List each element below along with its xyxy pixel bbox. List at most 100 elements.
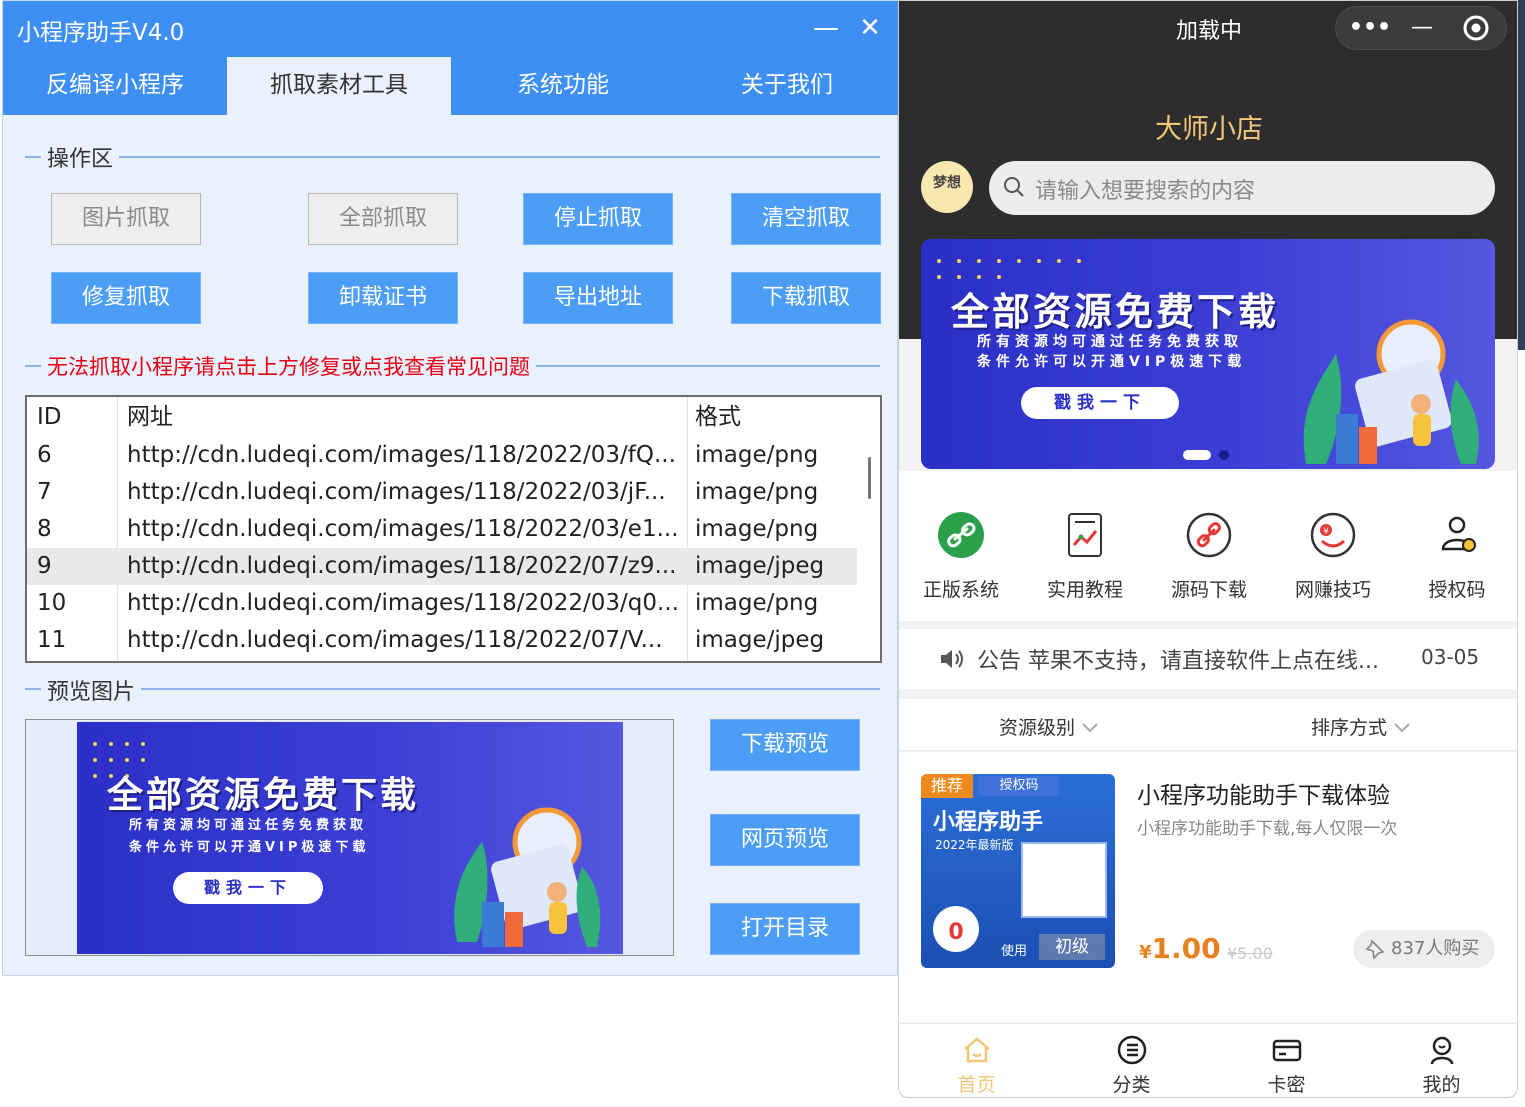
grid-item-auth-code[interactable]: 授权码 [1395,511,1517,602]
grid-item-source-download[interactable]: 源码下载 [1147,511,1271,602]
tab-decompile[interactable]: 反编译小程序 [3,57,227,115]
minimize-button[interactable]: — [811,13,841,43]
repair-grab-button[interactable]: 修复抓取 [51,272,201,324]
cell-id: 9 [37,553,52,579]
svg-text:¥: ¥ [1323,527,1329,537]
resource-level-filter[interactable]: 资源级别 [999,713,1099,740]
banner-line1: 所有资源均可通过任务免费获取 [129,818,368,833]
nav-mine[interactable]: 我的 [1364,1034,1517,1097]
cell-id: 11 [37,627,67,653]
search-icon [1004,177,1024,197]
web-preview-button[interactable]: 网页预览 [710,814,860,866]
download-preview-button[interactable]: 下载预览 [710,719,860,771]
cell-url: http://cdn.ludeqi.com/images/118/2022/03… [127,442,676,468]
banner-cta: 戳我一下 [173,872,323,904]
header-format[interactable]: 格式 [695,399,855,436]
minimize-icon[interactable]: — [1394,7,1450,49]
preview-divider [25,688,880,690]
grab-all-button[interactable]: 全部抓取 [308,193,458,245]
money-smile-icon: ¥ [1310,512,1356,558]
auth-code-badge: 授权码 [979,776,1059,796]
product-name: 小程序功能助手下载体验 [1137,783,1390,809]
download-grab-button[interactable]: 下载抓取 [731,272,881,324]
search-placeholder: 请输入想要搜索的内容 [1035,179,1256,204]
cell-id: 7 [37,479,52,505]
open-folder-button[interactable]: 打开目录 [710,903,860,955]
nav-label: 我的 [1422,1074,1461,1096]
cell-id: 8 [37,516,52,542]
table-row[interactable]: 7 http://cdn.ludeqi.com/images/118/2022/… [27,474,857,511]
nav-category[interactable]: 分类 [1054,1034,1209,1097]
grid-label: 授权码 [1428,579,1486,601]
search-input[interactable]: 请输入想要搜索的内容 [989,161,1495,215]
banner-line2: 条件允许可以开通VIP极速下载 [977,354,1247,370]
shop-logo[interactable]: 梦想 [921,161,973,213]
carousel-indicator[interactable] [1219,450,1229,460]
resource-table: ID 网址 格式 6 http://cdn.ludeqi.com/images/… [25,395,882,663]
grid-label: 源码下载 [1170,579,1247,601]
tab-system[interactable]: 系统功能 [451,57,675,115]
table-row[interactable]: 10 http://cdn.ludeqi.com/images/118/2022… [27,585,857,622]
background-window-edge [1518,0,1525,350]
mini-program-window: 加载中 ••• — 大师小店 梦想 请输入想要搜索的内容 全部资源免费下载 所有… [898,0,1518,1098]
product-card[interactable]: 推荐 授权码 小程序助手 2022年最新版 0 使用 初级 小程序功能助手下载体… [899,752,1517,1022]
home-icon [963,1037,990,1063]
price-value: 1.00 [1151,932,1221,965]
close-target-icon[interactable] [1448,7,1504,49]
thumb-subtitle: 2022年最新版 [935,838,1014,852]
filter-label: 资源级别 [999,717,1076,739]
title-bar[interactable]: 小程序助手V4.0 — ✕ [3,1,899,57]
tab-grab-tool[interactable]: 抓取素材工具 [227,57,451,115]
home-banner-carousel[interactable]: 全部资源免费下载 所有资源均可通过任务免费获取 条件允许可以开通VIP极速下载 … [921,239,1495,469]
close-button[interactable]: ✕ [855,13,885,43]
card-icon [1272,1039,1301,1062]
table-row[interactable]: 6 http://cdn.ludeqi.com/images/118/2022/… [27,437,857,474]
recommend-badge: 推荐 [921,774,973,798]
export-urls-button[interactable]: 导出地址 [523,272,673,324]
table-row-selected[interactable]: 9 http://cdn.ludeqi.com/images/118/2022/… [27,548,857,585]
grid-item-money-tips[interactable]: ¥ 网赚技巧 [1271,511,1395,602]
header-id[interactable]: ID [37,399,117,436]
uninstall-cert-button[interactable]: 卸载证书 [308,272,458,324]
more-icon[interactable]: ••• [1342,7,1398,49]
thumb-screenshot [1021,842,1107,918]
original-price: ¥5.00 [1227,944,1273,963]
faq-warning-link[interactable]: 无法抓取小程序请点击上方修复或点我查看常见问题 [41,351,536,381]
grid-item-genuine-system[interactable]: 正版系统 [899,511,1023,602]
level-badge: 初级 [1039,934,1105,960]
clear-grab-button[interactable]: 清空抓取 [731,193,881,245]
cell-url: http://cdn.ludeqi.com/images/118/2022/07… [127,553,677,579]
cell-format: image/png [695,516,819,542]
nav-label: 首页 [957,1074,996,1096]
tab-about[interactable]: 关于我们 [675,57,899,115]
table-row[interactable]: 8 http://cdn.ludeqi.com/images/118/2022/… [27,511,857,548]
chart-doc-icon [1068,513,1102,557]
table-scrollbar[interactable] [868,457,871,499]
bottom-tab-bar: 首页 分类 卡密 我的 [899,1023,1517,1097]
carousel-indicator-active[interactable] [1183,450,1211,460]
grab-images-button[interactable]: 图片抓取 [51,193,201,245]
banner-title: 全部资源免费下载 [107,775,420,816]
product-description: 小程序功能助手下载,每人仅限一次 [1137,819,1398,839]
cell-format: image/png [695,590,819,616]
grid-label: 网赚技巧 [1294,579,1371,601]
banner-cta[interactable]: 戳我一下 [1021,387,1179,419]
grid-item-tutorials[interactable]: 实用教程 [1023,511,1147,602]
cell-format: image/jpeg [695,553,825,579]
announcement-label: 公告 [977,649,1022,674]
user-icon [1430,1036,1453,1065]
chevron-down-icon [1394,723,1410,733]
users-icon [1441,516,1476,552]
app-title: 小程序助手V4.0 [17,20,185,46]
buyers-count-badge[interactable]: 837人购买 [1353,930,1495,968]
nav-card-key[interactable]: 卡密 [1209,1034,1364,1097]
sort-order-filter[interactable]: 排序方式 [1311,713,1411,740]
stop-grab-button[interactable]: 停止抓取 [523,193,673,245]
cell-format: image/png [695,479,819,505]
thumb-use-label: 使用 [1001,944,1028,959]
helper-app-window: 小程序助手V4.0 — ✕ 反编译小程序 抓取素材工具 系统功能 关于我们 操作… [2,0,899,976]
table-row[interactable]: 11 http://cdn.ludeqi.com/images/118/2022… [27,622,857,659]
header-url[interactable]: 网址 [127,399,687,436]
announcement-bar[interactable]: 公告 苹果不支持，请直接软件上点在线... 03-05 [899,629,1517,689]
nav-home[interactable]: 首页 [899,1034,1054,1097]
